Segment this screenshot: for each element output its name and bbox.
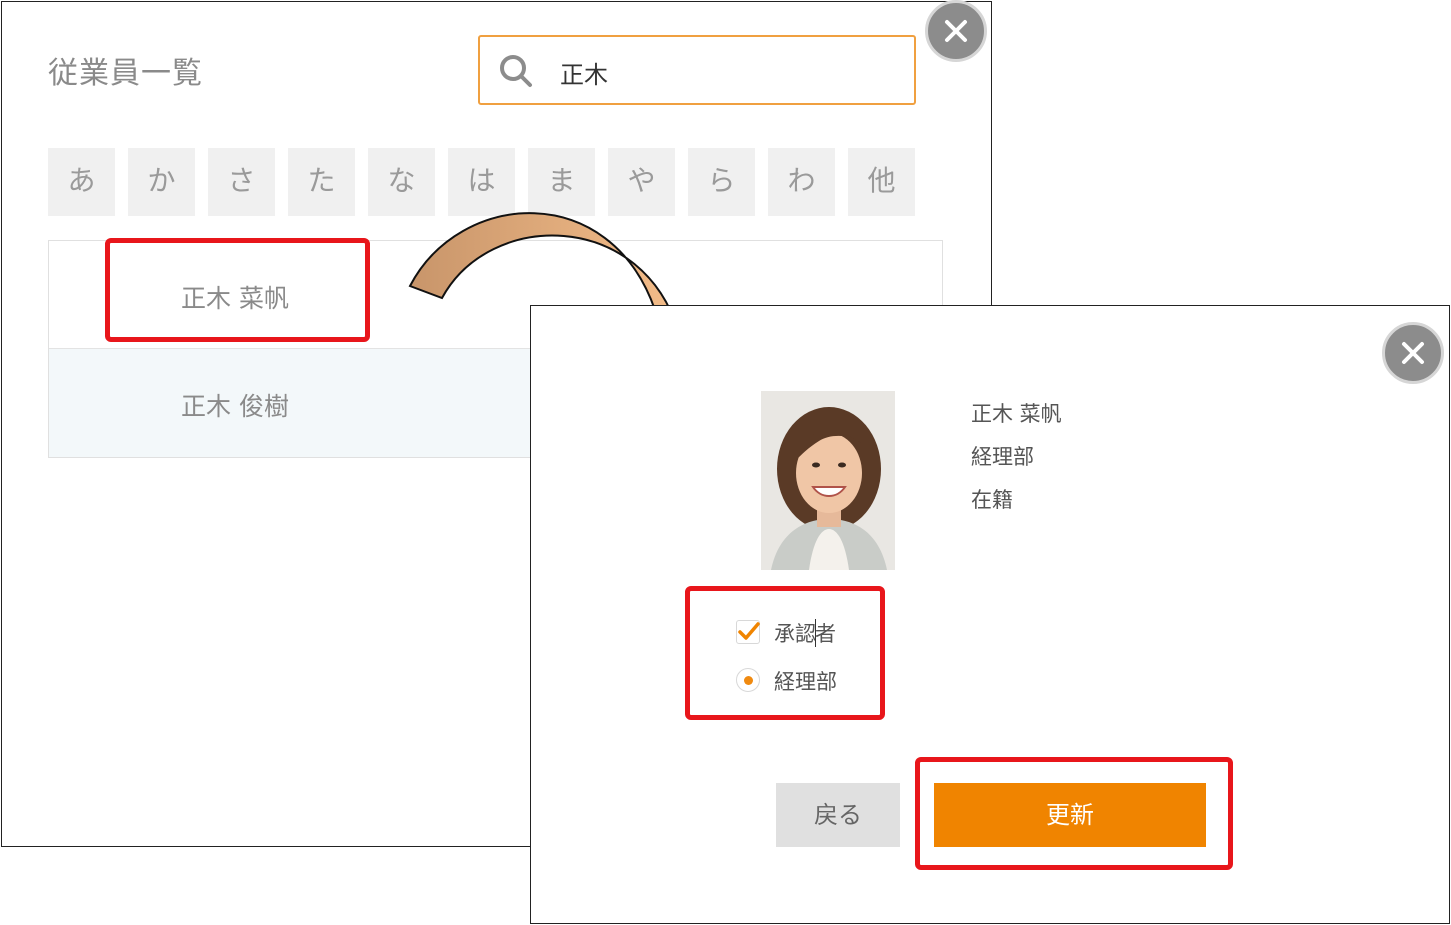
highlight-update-button	[915, 757, 1233, 870]
search-input[interactable]: 正木	[478, 35, 916, 105]
employee-name: 正木 菜帆	[971, 402, 1062, 426]
highlight-options	[685, 586, 885, 720]
kana-filter-ka[interactable]: か	[128, 148, 195, 216]
close-icon	[945, 20, 967, 42]
employee-department: 経理部	[971, 445, 1034, 469]
employee-photo	[761, 391, 895, 570]
dialog-close-button[interactable]	[1382, 322, 1444, 384]
search-icon	[500, 55, 532, 87]
employee-name: 正木 俊樹	[181, 392, 289, 421]
kana-filter-ta[interactable]: た	[288, 148, 355, 216]
close-icon	[1402, 342, 1424, 364]
kana-filter-other[interactable]: 他	[848, 148, 915, 216]
page-title: 従業員一覧	[48, 56, 203, 91]
kana-filter-sa[interactable]: さ	[208, 148, 275, 216]
back-button[interactable]: 戻る	[776, 783, 900, 847]
employee-status: 在籍	[971, 488, 1013, 512]
kana-filter-a[interactable]: あ	[48, 148, 115, 216]
search-value: 正木	[560, 61, 608, 89]
kana-filter-wa[interactable]: わ	[768, 148, 835, 216]
list-close-button[interactable]	[925, 0, 987, 62]
highlight-selected-employee	[105, 238, 370, 342]
